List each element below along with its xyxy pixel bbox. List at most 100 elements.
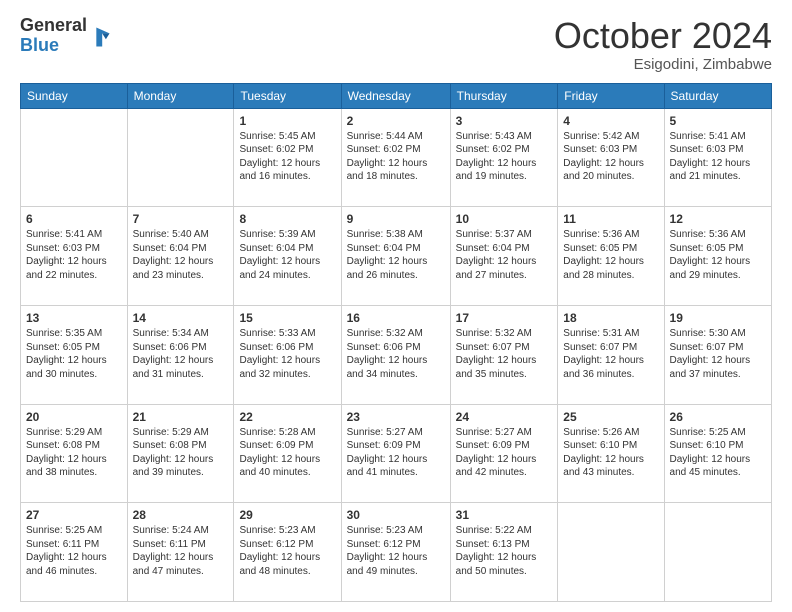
- logo-blue: Blue: [20, 36, 87, 56]
- day-info: Sunrise: 5:34 AM: [133, 327, 229, 341]
- day-number: 21: [133, 409, 229, 425]
- day-number: 6: [26, 211, 122, 227]
- day-info: Daylight: 12 hours and 45 minutes.: [670, 453, 766, 480]
- day-info: Sunrise: 5:28 AM: [239, 426, 335, 440]
- day-number: 1: [239, 113, 335, 129]
- table-row: 22Sunrise: 5:28 AMSunset: 6:09 PMDayligh…: [234, 404, 341, 503]
- table-row: 16Sunrise: 5:32 AMSunset: 6:06 PMDayligh…: [341, 305, 450, 404]
- table-row: 18Sunrise: 5:31 AMSunset: 6:07 PMDayligh…: [558, 305, 664, 404]
- day-info: Daylight: 12 hours and 26 minutes.: [347, 255, 445, 282]
- day-info: Sunset: 6:06 PM: [239, 341, 335, 355]
- day-info: Daylight: 12 hours and 23 minutes.: [133, 255, 229, 282]
- table-row: 23Sunrise: 5:27 AMSunset: 6:09 PMDayligh…: [341, 404, 450, 503]
- logo: General Blue: [20, 16, 111, 56]
- day-number: 29: [239, 507, 335, 523]
- table-row: 26Sunrise: 5:25 AMSunset: 6:10 PMDayligh…: [664, 404, 771, 503]
- day-info: Sunrise: 5:29 AM: [133, 426, 229, 440]
- day-info: Daylight: 12 hours and 31 minutes.: [133, 354, 229, 381]
- day-info: Sunrise: 5:33 AM: [239, 327, 335, 341]
- day-info: Daylight: 12 hours and 37 minutes.: [670, 354, 766, 381]
- table-row: 15Sunrise: 5:33 AMSunset: 6:06 PMDayligh…: [234, 305, 341, 404]
- day-info: Daylight: 12 hours and 16 minutes.: [239, 157, 335, 184]
- day-info: Sunset: 6:07 PM: [563, 341, 658, 355]
- day-number: 16: [347, 310, 445, 326]
- day-info: Sunset: 6:09 PM: [347, 439, 445, 453]
- day-info: Sunrise: 5:27 AM: [347, 426, 445, 440]
- table-row: 14Sunrise: 5:34 AMSunset: 6:06 PMDayligh…: [127, 305, 234, 404]
- day-info: Sunset: 6:08 PM: [26, 439, 122, 453]
- day-info: Sunset: 6:02 PM: [456, 143, 553, 157]
- day-info: Sunset: 6:09 PM: [239, 439, 335, 453]
- day-info: Daylight: 12 hours and 21 minutes.: [670, 157, 766, 184]
- day-info: Daylight: 12 hours and 28 minutes.: [563, 255, 658, 282]
- header-monday: Monday: [127, 83, 234, 108]
- day-info: Sunset: 6:10 PM: [563, 439, 658, 453]
- header-thursday: Thursday: [450, 83, 558, 108]
- day-info: Sunrise: 5:41 AM: [26, 228, 122, 242]
- table-row: [21, 108, 128, 207]
- header-tuesday: Tuesday: [234, 83, 341, 108]
- day-info: Daylight: 12 hours and 41 minutes.: [347, 453, 445, 480]
- day-info: Sunset: 6:04 PM: [133, 242, 229, 256]
- table-row: 8Sunrise: 5:39 AMSunset: 6:04 PMDaylight…: [234, 207, 341, 306]
- day-info: Sunset: 6:06 PM: [133, 341, 229, 355]
- day-info: Daylight: 12 hours and 38 minutes.: [26, 453, 122, 480]
- day-info: Sunrise: 5:36 AM: [563, 228, 658, 242]
- day-info: Sunrise: 5:43 AM: [456, 130, 553, 144]
- logo-text: General Blue: [20, 16, 87, 56]
- day-info: Sunset: 6:04 PM: [347, 242, 445, 256]
- day-number: 7: [133, 211, 229, 227]
- day-info: Daylight: 12 hours and 49 minutes.: [347, 551, 445, 578]
- day-info: Sunset: 6:03 PM: [563, 143, 658, 157]
- day-info: Daylight: 12 hours and 47 minutes.: [133, 551, 229, 578]
- logo-general: General: [20, 16, 87, 36]
- title-block: October 2024 Esigodini, Zimbabwe: [554, 16, 772, 73]
- table-row: 1Sunrise: 5:45 AMSunset: 6:02 PMDaylight…: [234, 108, 341, 207]
- table-row: 9Sunrise: 5:38 AMSunset: 6:04 PMDaylight…: [341, 207, 450, 306]
- day-info: Sunset: 6:04 PM: [239, 242, 335, 256]
- day-info: Daylight: 12 hours and 22 minutes.: [26, 255, 122, 282]
- day-info: Daylight: 12 hours and 50 minutes.: [456, 551, 553, 578]
- table-row: [558, 503, 664, 602]
- day-info: Sunrise: 5:38 AM: [347, 228, 445, 242]
- month-title: October 2024: [554, 16, 772, 56]
- day-number: 23: [347, 409, 445, 425]
- day-info: Sunrise: 5:23 AM: [239, 524, 335, 538]
- day-info: Sunset: 6:11 PM: [133, 538, 229, 552]
- day-info: Sunrise: 5:31 AM: [563, 327, 658, 341]
- day-number: 10: [456, 211, 553, 227]
- table-row: [127, 108, 234, 207]
- day-info: Sunrise: 5:25 AM: [670, 426, 766, 440]
- day-info: Sunrise: 5:24 AM: [133, 524, 229, 538]
- day-info: Daylight: 12 hours and 32 minutes.: [239, 354, 335, 381]
- day-info: Sunset: 6:13 PM: [456, 538, 553, 552]
- day-info: Sunrise: 5:45 AM: [239, 130, 335, 144]
- table-row: 2Sunrise: 5:44 AMSunset: 6:02 PMDaylight…: [341, 108, 450, 207]
- page: General Blue October 2024 Esigodini, Zim…: [0, 0, 792, 612]
- table-row: 19Sunrise: 5:30 AMSunset: 6:07 PMDayligh…: [664, 305, 771, 404]
- day-number: 30: [347, 507, 445, 523]
- day-info: Sunset: 6:08 PM: [133, 439, 229, 453]
- logo-icon: [89, 26, 111, 48]
- day-info: Daylight: 12 hours and 39 minutes.: [133, 453, 229, 480]
- day-info: Sunrise: 5:36 AM: [670, 228, 766, 242]
- day-info: Sunset: 6:05 PM: [26, 341, 122, 355]
- day-info: Sunset: 6:07 PM: [670, 341, 766, 355]
- day-info: Sunrise: 5:39 AM: [239, 228, 335, 242]
- day-info: Daylight: 12 hours and 42 minutes.: [456, 453, 553, 480]
- day-info: Sunset: 6:05 PM: [563, 242, 658, 256]
- day-info: Daylight: 12 hours and 30 minutes.: [26, 354, 122, 381]
- day-number: 25: [563, 409, 658, 425]
- day-info: Sunrise: 5:25 AM: [26, 524, 122, 538]
- day-info: Daylight: 12 hours and 48 minutes.: [239, 551, 335, 578]
- day-number: 15: [239, 310, 335, 326]
- day-info: Sunset: 6:12 PM: [347, 538, 445, 552]
- day-number: 27: [26, 507, 122, 523]
- header-wednesday: Wednesday: [341, 83, 450, 108]
- header-saturday: Saturday: [664, 83, 771, 108]
- day-info: Sunrise: 5:27 AM: [456, 426, 553, 440]
- day-info: Daylight: 12 hours and 29 minutes.: [670, 255, 766, 282]
- day-number: 17: [456, 310, 553, 326]
- header: General Blue October 2024 Esigodini, Zim…: [20, 16, 772, 73]
- day-number: 2: [347, 113, 445, 129]
